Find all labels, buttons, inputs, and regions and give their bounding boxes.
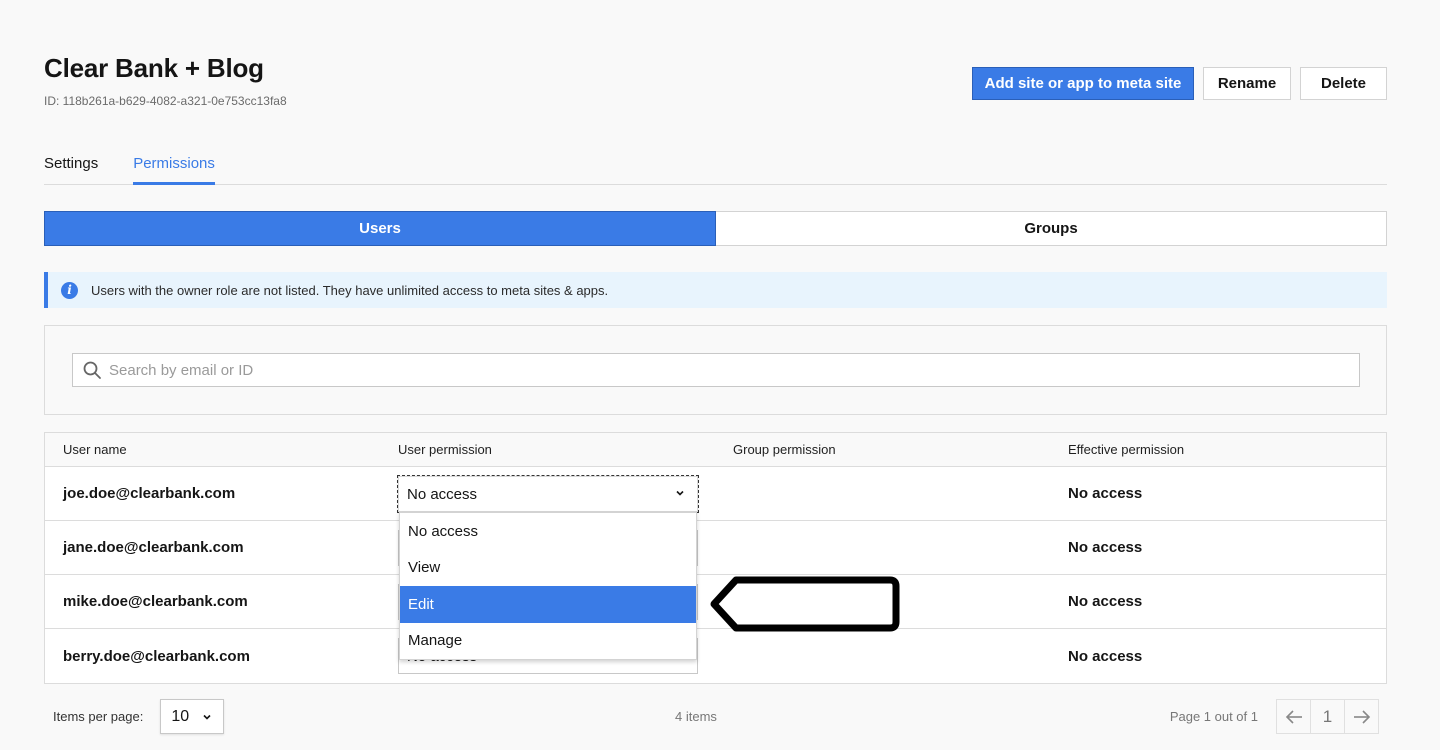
- search-input[interactable]: [109, 354, 1359, 386]
- segment-groups[interactable]: Groups: [716, 212, 1386, 245]
- items-per-page-select[interactable]: 10: [160, 699, 225, 734]
- column-header-effective-permission[interactable]: Effective permission: [1050, 442, 1386, 457]
- effective-permission: No access: [1068, 485, 1143, 502]
- users-table: User name User permission Group permissi…: [44, 432, 1387, 684]
- search-icon: [83, 361, 101, 379]
- menu-option-edit[interactable]: Edit: [400, 586, 696, 623]
- search-box: [72, 353, 1360, 387]
- chevron-down-icon: [203, 714, 211, 720]
- table-row: joe.doe@clearbank.com No access No acces…: [45, 467, 1386, 521]
- effective-permission: No access: [1068, 647, 1143, 665]
- user-name: joe.doe@clearbank.com: [63, 485, 236, 502]
- users-groups-toggle: Users Groups: [44, 211, 1387, 246]
- page-info: Page 1 out of 1: [1169, 709, 1258, 724]
- table-row: jane.doe@clearbank.com No access No acce…: [45, 521, 1386, 575]
- menu-option-no-access[interactable]: No access: [400, 513, 696, 550]
- items-per-page-label: Items per page:: [53, 709, 144, 724]
- current-page[interactable]: 1: [1310, 699, 1345, 734]
- table-row: berry.doe@clearbank.com No access No acc…: [45, 629, 1386, 683]
- tab-settings[interactable]: Settings: [44, 148, 98, 184]
- tab-permissions[interactable]: Permissions: [133, 148, 215, 185]
- meta-site-id: ID: 118b261a-b629-4082-a321-0e753cc13fa8: [44, 94, 287, 108]
- column-header-group-permission[interactable]: Group permission: [715, 442, 1050, 457]
- effective-permission: No access: [1068, 539, 1143, 556]
- table-header: User name User permission Group permissi…: [45, 433, 1386, 467]
- delete-button[interactable]: Delete: [1300, 67, 1387, 100]
- user-permission-select[interactable]: No access: [397, 475, 699, 513]
- menu-option-view[interactable]: View: [400, 550, 696, 587]
- column-header-user-permission[interactable]: User permission: [380, 442, 715, 457]
- column-header-user-name[interactable]: User name: [45, 442, 380, 457]
- user-permission-value: No access: [407, 485, 478, 503]
- add-site-or-app-button[interactable]: Add site or app to meta site: [972, 67, 1194, 100]
- user-name: jane.doe@clearbank.com: [63, 539, 244, 556]
- header-actions: Add site or app to meta site Rename Dele…: [972, 67, 1387, 100]
- info-banner-text: Users with the owner role are not listed…: [91, 282, 609, 298]
- chevron-down-icon: [676, 490, 684, 496]
- user-name: berry.doe@clearbank.com: [63, 647, 250, 665]
- arrow-left-icon: [1285, 709, 1302, 724]
- rename-button[interactable]: Rename: [1203, 67, 1291, 100]
- menu-option-manage[interactable]: Manage: [400, 623, 696, 660]
- segment-users[interactable]: Users: [44, 211, 716, 246]
- permission-dropdown-menu: No access View Edit Manage: [399, 512, 697, 660]
- tabs: Settings Permissions: [44, 148, 1387, 185]
- previous-page-button[interactable]: [1276, 699, 1311, 734]
- next-page-button[interactable]: [1344, 699, 1379, 734]
- page-title: Clear Bank + Blog: [44, 53, 264, 83]
- items-count: 4 items: [675, 709, 717, 724]
- effective-permission: No access: [1068, 593, 1143, 610]
- annotation-arrow-icon: [710, 576, 900, 632]
- info-icon: i: [61, 281, 78, 299]
- info-banner: i Users with the owner role are not list…: [44, 272, 1387, 308]
- items-per-page-value: 10: [171, 707, 190, 725]
- table-footer: Items per page: 10 4 items Page 1 out of…: [44, 699, 1387, 734]
- arrow-right-icon: [1353, 709, 1370, 724]
- search-panel: [44, 325, 1387, 415]
- user-name: mike.doe@clearbank.com: [63, 593, 248, 610]
- pagination: Page 1 out of 1 1: [1170, 699, 1379, 734]
